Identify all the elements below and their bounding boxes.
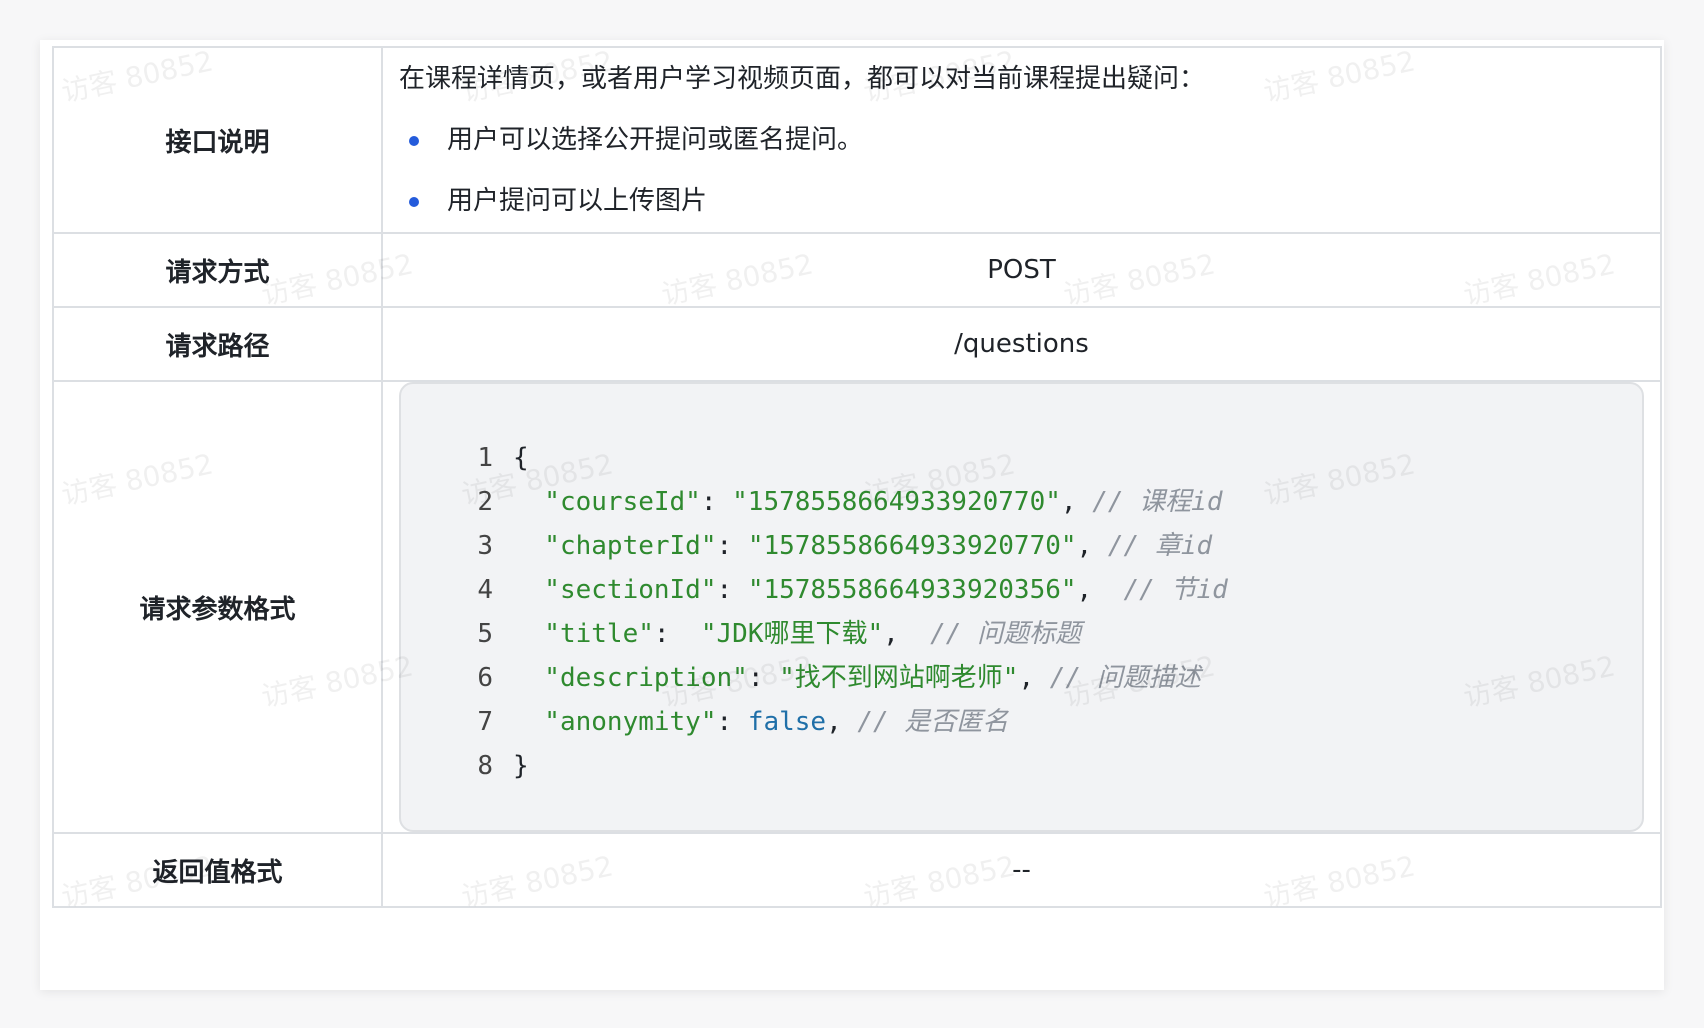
line-number: 5 [477, 619, 493, 649]
code-token: "1578558664933920770" [747, 531, 1077, 561]
code-token: : [716, 575, 748, 605]
description-cell: 在课程详情页，或者用户学习视频页面，都可以对当前课程提出疑问： 用户可以选择公开… [381, 46, 1662, 234]
code-block[interactable]: 1{2 "courseId": "1578558664933920770", /… [399, 382, 1644, 832]
code-token: : [716, 707, 748, 737]
code-token: : [716, 531, 748, 561]
code-token: "1578558664933920770" [732, 487, 1061, 517]
row-label: 请求方式 [52, 232, 383, 308]
list-item-text: 用户可以选择公开提问或匿名提问。 [447, 125, 864, 155]
code-token: // 章id [1107, 531, 1213, 561]
api-spec-table: 接口说明 在课程详情页，或者用户学习视频页面，都可以对当前课程提出疑问： 用户可… [52, 46, 1662, 908]
code-token: // 课程id [1092, 487, 1223, 517]
code-token: "courseId" [513, 487, 701, 517]
path-value: /questions [381, 306, 1662, 382]
code-line: 1{ [401, 436, 1642, 480]
code-token: , [1060, 487, 1093, 517]
code-token: "1578558664933920356" [747, 575, 1077, 605]
code-line: 2 "courseId": "1578558664933920770", // … [401, 480, 1642, 524]
code-token: // 问题标题 [930, 619, 1082, 649]
code-token: : [747, 663, 780, 693]
line-number: 4 [477, 575, 493, 605]
row-method: 请求方式 POST [52, 232, 1662, 308]
code-token: "JDK哪里下载" [700, 619, 884, 649]
code-line: 5 "title": "JDK哪里下载", // 问题标题 [401, 612, 1642, 656]
code-token: "chapterId" [513, 531, 717, 561]
line-number: 2 [477, 487, 493, 517]
row-return: 返回值格式 -- [52, 832, 1662, 908]
row-label: 请求参数格式 [52, 380, 383, 834]
code-token: "找不到网站啊老师" [779, 663, 1019, 693]
code-token: false [747, 707, 827, 737]
code-line: 7 "anonymity": false, // 是否匿名 [401, 700, 1642, 744]
code-token: "description" [513, 663, 748, 693]
row-params: 请求参数格式 1{2 "courseId": "1578558664933920… [52, 380, 1662, 834]
row-path: 请求路径 /questions [52, 306, 1662, 382]
code-line: 3 "chapterId": "1578558664933920770", //… [401, 524, 1642, 568]
params-cell: 1{2 "courseId": "1578558664933920770", /… [381, 380, 1662, 834]
line-number: 7 [477, 707, 493, 737]
code-token: "sectionId" [513, 575, 717, 605]
line-number: 1 [477, 443, 493, 473]
code-token: // 节id [1123, 575, 1228, 605]
list-item: 用户可以选择公开提问或匿名提问。 [399, 110, 1644, 171]
code-token: , [1076, 531, 1108, 561]
row-label: 接口说明 [52, 46, 383, 234]
code-token: "title" [513, 619, 654, 649]
return-value: -- [381, 832, 1662, 908]
code-token: , [883, 619, 931, 649]
code-token: } [513, 751, 529, 781]
code-token: : [653, 619, 701, 649]
row-description: 接口说明 在课程详情页，或者用户学习视频页面，都可以对当前课程提出疑问： 用户可… [52, 46, 1662, 234]
row-label: 返回值格式 [52, 832, 383, 908]
method-value: POST [381, 232, 1662, 308]
bullet-icon [409, 197, 419, 207]
code-token: // 是否匿名 [857, 707, 1009, 737]
code-line: 8} [401, 744, 1642, 788]
code-token: { [513, 443, 529, 473]
code-token: , [1076, 575, 1124, 605]
line-number: 3 [477, 531, 493, 561]
list-item: 用户提问可以上传图片 [399, 171, 1644, 232]
description-intro: 在课程详情页，或者用户学习视频页面，都可以对当前课程提出疑问： [399, 64, 1206, 94]
row-label: 请求路径 [52, 306, 383, 382]
code-token: // 问题描述 [1049, 663, 1201, 693]
api-table-card: 接口说明 在课程详情页，或者用户学习视频页面，都可以对当前课程提出疑问： 用户可… [40, 40, 1664, 990]
line-number: 6 [477, 663, 493, 693]
code-token: : [700, 487, 733, 517]
code-token: , [1018, 663, 1050, 693]
code-line: 6 "description": "找不到网站啊老师", // 问题描述 [401, 656, 1642, 700]
code-token: "anonymity" [513, 707, 717, 737]
code-token: , [826, 707, 858, 737]
bullet-icon [409, 136, 419, 146]
line-number: 8 [477, 751, 493, 781]
code-line: 4 "sectionId": "1578558664933920356", //… [401, 568, 1642, 612]
list-item-text: 用户提问可以上传图片 [447, 186, 708, 216]
